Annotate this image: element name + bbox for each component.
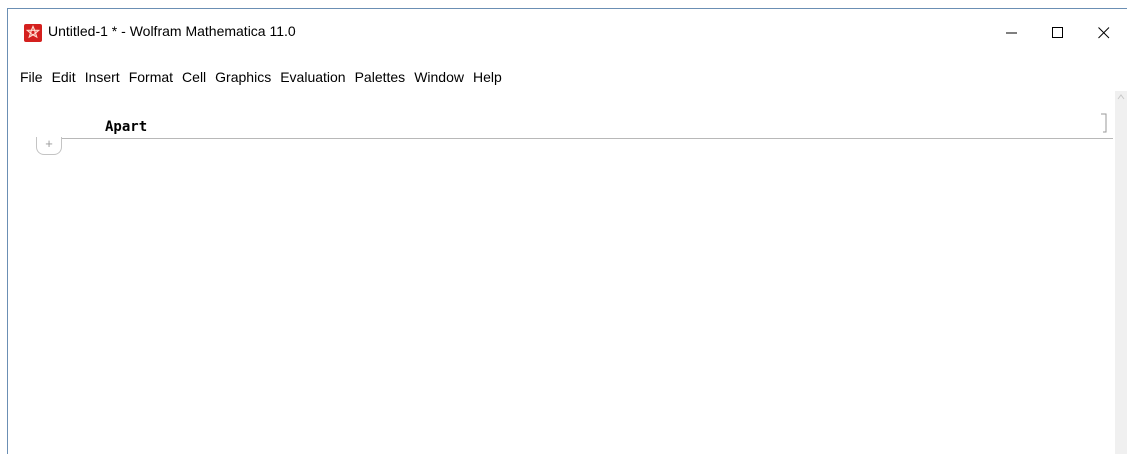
input-cell[interactable]: Apart <box>105 119 147 135</box>
scroll-up-icon[interactable] <box>1117 93 1125 101</box>
window-controls <box>989 9 1127 57</box>
vertical-scrollbar[interactable] <box>1115 91 1127 454</box>
maximize-button[interactable] <box>1035 9 1081 57</box>
minimize-icon <box>1006 32 1017 34</box>
menu-bar: File Edit Insert Format Cell Graphics Ev… <box>8 65 511 89</box>
menu-format[interactable]: Format <box>129 67 173 87</box>
insert-cell-button[interactable]: + <box>36 137 62 155</box>
cell-bracket[interactable] <box>1101 113 1107 133</box>
close-button[interactable] <box>1081 9 1127 57</box>
title-bar: Untitled-1 * - Wolfram Mathematica 11.0 <box>8 9 1127 57</box>
menu-edit[interactable]: Edit <box>52 67 76 87</box>
menu-file[interactable]: File <box>20 67 43 87</box>
menu-help[interactable]: Help <box>473 67 502 87</box>
minimize-button[interactable] <box>989 9 1035 57</box>
close-icon <box>1098 27 1110 39</box>
maximize-icon <box>1052 27 1063 38</box>
mathematica-window: Untitled-1 * - Wolfram Mathematica 11.0 <box>7 8 1127 454</box>
notebook-area[interactable] <box>8 91 1127 454</box>
menu-palettes[interactable]: Palettes <box>355 67 406 87</box>
menu-insert[interactable]: Insert <box>85 67 120 87</box>
menu-window[interactable]: Window <box>414 67 464 87</box>
window-title: Untitled-1 * - Wolfram Mathematica 11.0 <box>48 23 296 39</box>
menu-evaluation[interactable]: Evaluation <box>280 67 345 87</box>
cell-insertion-line <box>62 138 1113 139</box>
menu-cell[interactable]: Cell <box>182 67 206 87</box>
menu-graphics[interactable]: Graphics <box>215 67 271 87</box>
mathematica-app-icon[interactable] <box>24 24 42 42</box>
